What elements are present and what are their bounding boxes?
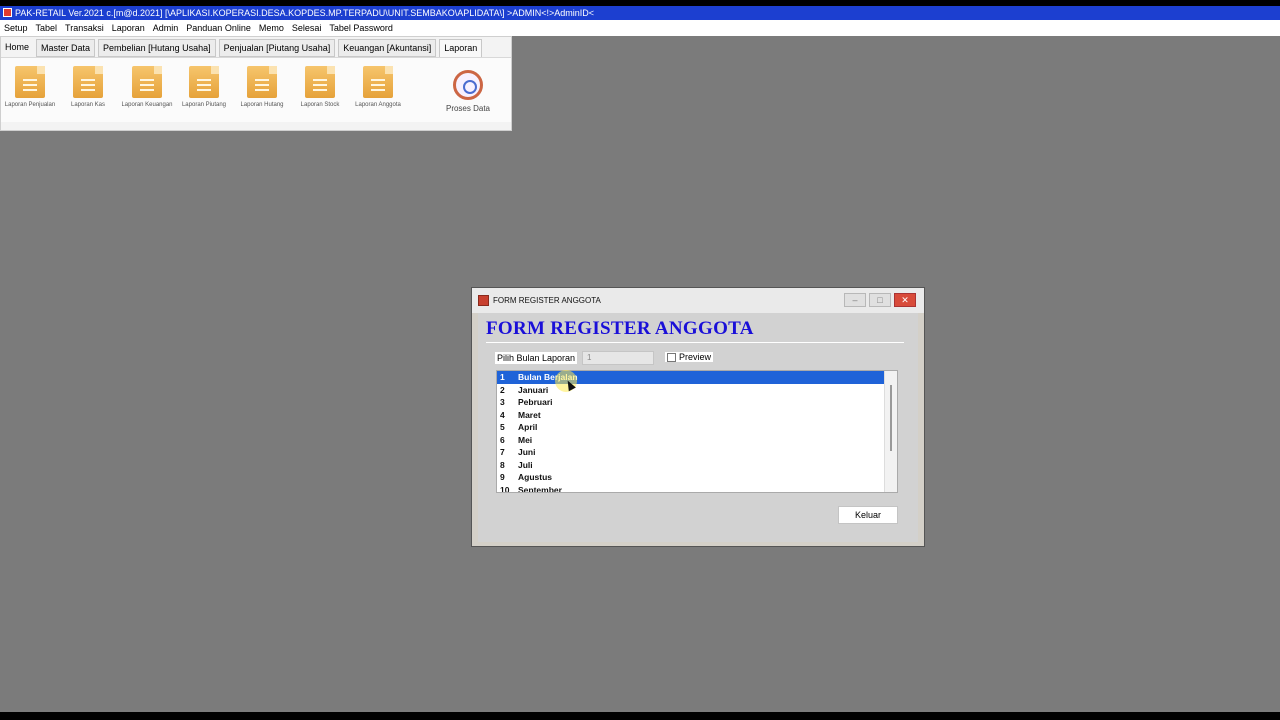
list-item[interactable]: 10 September — [497, 484, 897, 493]
tool-label: Laporan Keuangan — [121, 102, 173, 108]
document-icon — [189, 66, 219, 98]
tool-label: Laporan Hutang — [240, 102, 284, 108]
menu-panduan-online[interactable]: Panduan Online — [182, 20, 255, 36]
bottom-border — [0, 712, 1280, 720]
ribbon-panel: Laporan Penjualan Laporan Kas Laporan Ke… — [1, 57, 511, 122]
item-name: Pebruari — [518, 397, 553, 408]
tab-pembelian[interactable]: Pembelian [Hutang Usaha] — [98, 39, 216, 57]
document-icon — [73, 66, 103, 98]
tool-label: Laporan Kas — [70, 102, 106, 108]
tool-proses-data[interactable]: Proses Data — [440, 70, 496, 113]
item-name: Mei — [518, 434, 533, 445]
item-number: 8 — [500, 459, 505, 470]
tool-label: Laporan Penjualan — [4, 102, 56, 108]
tool-laporan-stock[interactable]: Laporan Stock — [292, 66, 348, 108]
app-icon — [478, 295, 489, 306]
ribbon: Home Master Data Pembelian [Hutang Usaha… — [0, 36, 512, 131]
menu-transaksi[interactable]: Transaksi — [61, 20, 108, 36]
month-input[interactable]: 1 — [582, 351, 654, 365]
menu-tabel-password[interactable]: Tabel Password — [325, 20, 397, 36]
menu-laporan[interactable]: Laporan — [108, 20, 149, 36]
item-number: 2 — [500, 384, 505, 395]
form-heading: FORM REGISTER ANGGOTA — [486, 318, 754, 339]
tool-label: Laporan Stock — [300, 102, 340, 108]
tool-label: Laporan Piutang — [181, 102, 227, 108]
item-number: 6 — [500, 434, 505, 445]
item-name: Agustus — [518, 472, 552, 483]
month-list[interactable]: 1 Bulan Berjalan 2 Januari 3 Pebruari 4 Mare… — [496, 370, 898, 493]
list-item[interactable]: 7 Juni — [497, 446, 897, 459]
document-icon — [132, 66, 162, 98]
item-number: 5 — [500, 422, 505, 433]
item-number: 3 — [500, 397, 505, 408]
tool-label: Proses Data — [445, 104, 491, 113]
tab-laporan[interactable]: Laporan — [439, 39, 483, 57]
item-name: Maret — [518, 409, 541, 420]
process-icon — [453, 70, 483, 100]
tool-laporan-anggota[interactable]: Laporan Anggota — [350, 66, 406, 108]
tab-master-data[interactable]: Master Data — [36, 39, 96, 57]
close-button[interactable]: ✕ — [894, 293, 916, 307]
dialog-body: FORM REGISTER ANGGOTA Pilih Bulan Lapora… — [478, 313, 918, 542]
list-item[interactable]: 6 Mei — [497, 434, 897, 447]
menu-selesai[interactable]: Selesai — [288, 20, 326, 36]
dialog-title-bar[interactable]: FORM REGISTER ANGGOTA – □ ✕ — [472, 288, 924, 313]
preview-label: Preview — [679, 352, 712, 362]
app-title-bar: PAK-RETAIL Ver.2021 c.[m@d.2021] [\APLIK… — [0, 6, 1280, 20]
item-number: 4 — [500, 409, 505, 420]
document-icon — [305, 66, 335, 98]
app-icon — [3, 8, 12, 17]
form-register-anggota-dialog: FORM REGISTER ANGGOTA – □ ✕ FORM REGISTE… — [471, 287, 925, 547]
tab-keuangan[interactable]: Keuangan [Akuntansi] — [338, 39, 437, 57]
app-title: PAK-RETAIL Ver.2021 c.[m@d.2021] [\APLIK… — [15, 8, 595, 18]
tab-home[interactable]: Home — [1, 39, 33, 57]
menu-bar: Setup Tabel Transaksi Laporan Admin Pand… — [0, 20, 1280, 36]
tool-label: Laporan Anggota — [355, 102, 401, 108]
menu-memo[interactable]: Memo — [255, 20, 288, 36]
item-number: 1 — [500, 372, 505, 383]
tab-penjualan[interactable]: Penjualan [Piutang Usaha] — [218, 39, 336, 57]
preview-checkbox[interactable]: Preview — [665, 352, 714, 362]
list-scrollbar[interactable] — [884, 371, 897, 492]
list-item[interactable]: 9 Agustus — [497, 471, 897, 484]
ribbon-tabs: Home Master Data Pembelian [Hutang Usaha… — [1, 39, 485, 57]
item-number: 9 — [500, 472, 505, 483]
heading-divider — [486, 342, 904, 343]
list-item[interactable]: 5 April — [497, 421, 897, 434]
item-name: September — [518, 484, 562, 493]
minimize-button[interactable]: – — [844, 293, 866, 307]
keluar-button[interactable]: Keluar — [838, 506, 898, 524]
tool-laporan-penjualan[interactable]: Laporan Penjualan — [2, 66, 58, 108]
item-name: Juni — [518, 447, 536, 458]
scrollbar-thumb[interactable] — [890, 385, 892, 451]
document-icon — [247, 66, 277, 98]
menu-admin[interactable]: Admin — [149, 20, 183, 36]
list-item[interactable]: 3 Pebruari — [497, 396, 897, 409]
menu-setup[interactable]: Setup — [0, 20, 32, 36]
dialog-title: FORM REGISTER ANGGOTA — [493, 296, 601, 305]
document-icon — [363, 66, 393, 98]
month-label: Pilih Bulan Laporan — [495, 352, 578, 364]
tool-laporan-keuangan[interactable]: Laporan Keuangan — [119, 66, 175, 108]
tool-laporan-piutang[interactable]: Laporan Piutang — [176, 66, 232, 108]
maximize-button[interactable]: □ — [869, 293, 891, 307]
document-icon — [15, 66, 45, 98]
item-name: Juli — [518, 459, 533, 470]
menu-tabel[interactable]: Tabel — [32, 20, 62, 36]
tool-laporan-hutang[interactable]: Laporan Hutang — [234, 66, 290, 108]
checkbox-box[interactable] — [667, 352, 676, 362]
list-item[interactable]: 8 Juli — [497, 459, 897, 472]
item-number: 7 — [500, 447, 505, 458]
item-name: Januari — [518, 384, 549, 395]
item-number: 10 — [500, 484, 510, 493]
list-item[interactable]: 4 Maret — [497, 409, 897, 422]
tool-laporan-kas[interactable]: Laporan Kas — [60, 66, 116, 108]
item-name: April — [518, 422, 538, 433]
